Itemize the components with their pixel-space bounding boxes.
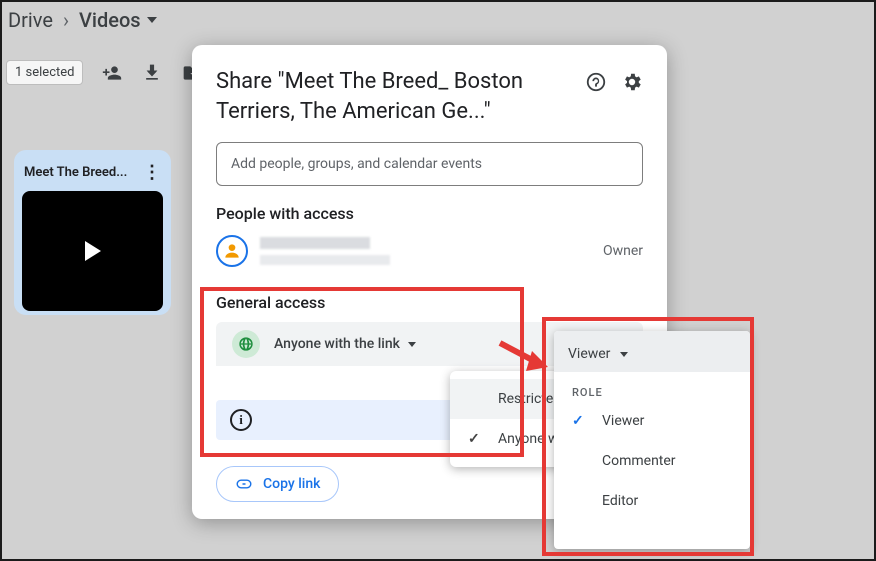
- check-icon: ✓: [572, 413, 586, 429]
- caret-down-icon: [147, 17, 157, 23]
- check-icon: ✓: [468, 431, 484, 447]
- access-label-text: Anyone with the link: [274, 336, 400, 352]
- role-option-commenter[interactable]: Commenter: [554, 441, 750, 481]
- role-option-viewer[interactable]: ✓ Viewer: [554, 401, 750, 441]
- role-option-editor[interactable]: Editor: [554, 481, 750, 521]
- role-dropdown-button[interactable]: Viewer: [568, 346, 628, 362]
- caret-down-icon: [620, 352, 628, 357]
- avatar: [216, 235, 248, 267]
- info-icon: i: [230, 409, 252, 431]
- add-people-input[interactable]: Add people, groups, and calendar events: [216, 142, 643, 186]
- role-button-label: Viewer: [568, 346, 610, 362]
- owner-label: Owner: [603, 243, 643, 259]
- caret-down-icon: [408, 342, 416, 347]
- redacted-name: [260, 237, 390, 265]
- copy-link-label: Copy link: [263, 476, 320, 492]
- gear-icon[interactable]: [621, 71, 643, 97]
- breadcrumb: Drive › Videos: [8, 8, 157, 32]
- role-section-label: ROLE: [554, 372, 750, 401]
- chevron-right-icon: ›: [63, 8, 69, 32]
- general-access-dropdown[interactable]: Anyone with the link: [274, 336, 416, 352]
- breadcrumb-root[interactable]: Drive: [8, 8, 53, 32]
- people-heading: People with access: [216, 204, 643, 223]
- share-person-icon[interactable]: [101, 62, 123, 84]
- copy-link-button[interactable]: Copy link: [216, 466, 339, 502]
- general-access-heading: General access: [216, 293, 643, 312]
- role-option-label: Commenter: [602, 453, 676, 469]
- download-icon[interactable]: [141, 62, 163, 84]
- role-option-label: Editor: [602, 493, 638, 509]
- play-icon: [85, 241, 101, 261]
- thumbnail-title: Meet The Breed...: [24, 165, 127, 180]
- globe-icon: [232, 330, 260, 358]
- breadcrumb-current-label: Videos: [79, 8, 141, 32]
- breadcrumb-current[interactable]: Videos: [79, 8, 157, 32]
- access-option-label: Restricted: [498, 391, 561, 407]
- video-preview[interactable]: [22, 191, 163, 311]
- person-row: Owner: [216, 235, 643, 267]
- file-thumbnail[interactable]: Meet The Breed... ⋮: [14, 150, 171, 315]
- role-panel: Viewer ROLE ✓ Viewer Commenter Editor: [554, 331, 750, 549]
- dialog-title: Share "Meet The Breed_ Boston Terriers, …: [216, 67, 576, 126]
- role-option-label: Viewer: [602, 413, 644, 429]
- selected-count: 1 selected: [6, 60, 83, 85]
- help-icon[interactable]: [585, 71, 607, 97]
- thumbnail-more-icon[interactable]: ⋮: [143, 162, 161, 183]
- input-placeholder: Add people, groups, and calendar events: [231, 156, 482, 172]
